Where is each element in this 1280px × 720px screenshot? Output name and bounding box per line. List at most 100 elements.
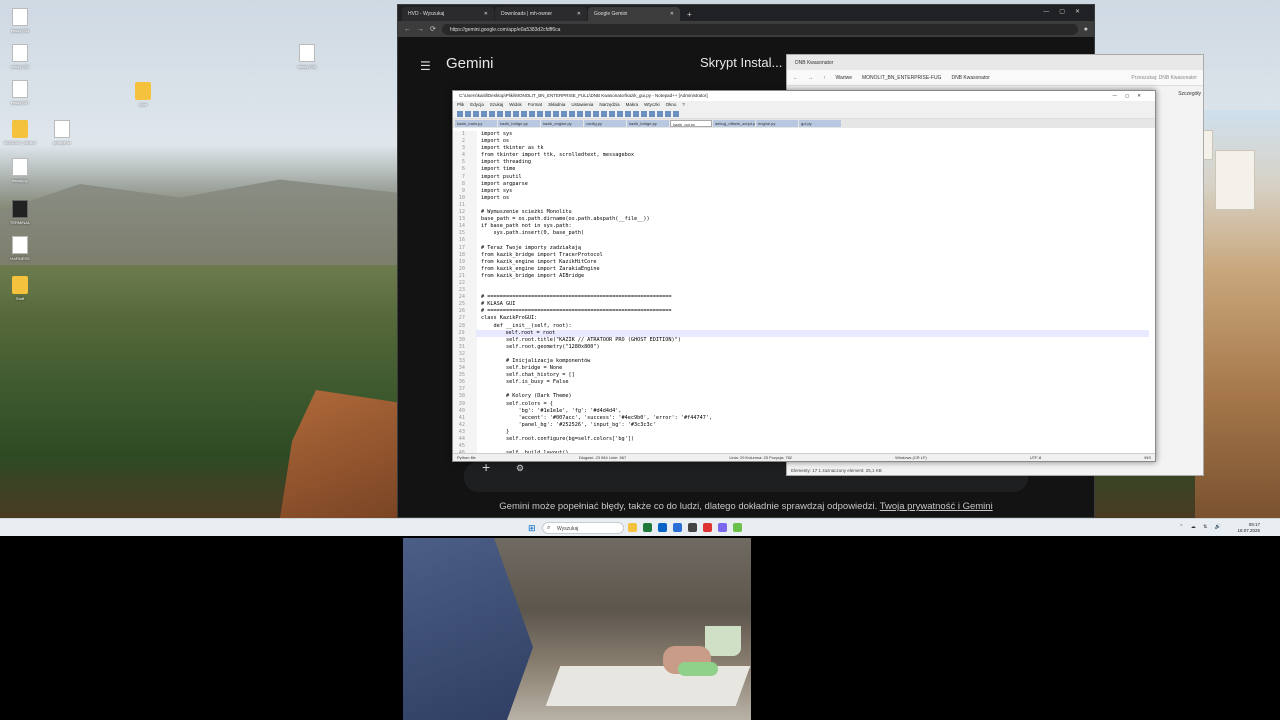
menu-item[interactable]: Składnia — [548, 102, 565, 108]
toolbar-button-icon[interactable] — [665, 111, 671, 117]
search-input[interactable]: Przeszukaj: DNB Kwasonator — [1131, 75, 1197, 81]
toolbar-button-icon[interactable] — [633, 111, 639, 117]
fold-margin[interactable] — [469, 187, 477, 195]
fold-margin[interactable] — [469, 258, 477, 266]
browser-tab[interactable]: Downloads | mh-owner ✕ — [495, 7, 587, 21]
fold-margin[interactable] — [469, 152, 477, 160]
toolbar-button-icon[interactable] — [601, 111, 607, 117]
explorer-tab[interactable]: DNB Kwasonator — [787, 55, 1203, 70]
chrome-icon[interactable] — [643, 523, 652, 532]
desktop-icon-file[interactable]: essay.py — [0, 158, 40, 183]
file-tab[interactable]: debug_offsets_script.py — [713, 120, 755, 127]
toolbar-button-icon[interactable] — [457, 111, 463, 117]
fold-margin[interactable] — [468, 329, 477, 337]
fold-margin[interactable] — [469, 443, 477, 451]
file-tab[interactable]: gui.py — [799, 120, 841, 127]
desktop-icon-folder[interactable]: Stuff — [123, 82, 163, 107]
toolbar-button-icon[interactable] — [505, 111, 511, 117]
file-tab[interactable]: kazik_engine.py — [541, 120, 583, 127]
browser-tab-active[interactable]: Google Gemini ✕ — [588, 7, 680, 21]
file-tab[interactable]: kazik_bridge.py — [627, 120, 669, 127]
privacy-link[interactable]: Twoja prywatność i Gemini — [880, 501, 993, 512]
clock[interactable]: 09:17 18.07.2025 — [1237, 522, 1260, 534]
fold-margin[interactable] — [469, 209, 477, 217]
fold-margin[interactable] — [469, 279, 477, 288]
toolbar-button-icon[interactable] — [513, 111, 519, 117]
toolbar-button-icon[interactable] — [641, 111, 647, 117]
toolbar-button-icon[interactable] — [529, 111, 535, 117]
fold-margin[interactable] — [469, 343, 477, 351]
fold-margin[interactable] — [469, 194, 477, 202]
menu-item[interactable]: Okno — [666, 102, 677, 108]
notepadpp-icon[interactable] — [733, 523, 742, 532]
browser-tab[interactable]: HVD - Wyszukaj ✕ — [402, 7, 494, 21]
desktop-icon-file[interactable]: essay 038 — [287, 44, 327, 69]
fold-margin[interactable] — [469, 166, 477, 174]
fold-margin[interactable] — [469, 201, 477, 210]
fold-margin[interactable] — [469, 272, 477, 280]
desktop-icon-folder[interactable]: MONOLIT_BUILD — [0, 120, 40, 145]
reload-icon[interactable]: ⟳ — [430, 25, 436, 33]
desktop-icon-file[interactable]: essay 035 — [0, 44, 40, 69]
toolbar-button-icon[interactable] — [473, 111, 479, 117]
toolbar-button-icon[interactable] — [561, 111, 567, 117]
fold-margin[interactable] — [469, 244, 477, 252]
fold-margin[interactable] — [469, 265, 477, 273]
fold-margin[interactable] — [469, 173, 477, 181]
fold-margin[interactable] — [469, 223, 477, 231]
toolbar-button-icon[interactable] — [465, 111, 471, 117]
toolbar-button-icon[interactable] — [489, 111, 495, 117]
toolbar-button-icon[interactable] — [593, 111, 599, 117]
fold-margin[interactable] — [469, 145, 477, 153]
toolbar-button-icon[interactable] — [545, 111, 551, 117]
menu-item[interactable]: Ustawienia — [571, 102, 593, 108]
file-tab[interactable]: config.py — [584, 120, 626, 127]
menu-item[interactable]: Wtyczki — [644, 102, 660, 108]
fold-margin[interactable] — [469, 322, 477, 330]
desktop-icon-file[interactable]: HARNESS — [0, 236, 40, 261]
gemini-logo[interactable]: Gemini — [446, 55, 494, 72]
toolbar-button-icon[interactable] — [673, 111, 679, 117]
details-button[interactable]: Szczegóły — [1178, 91, 1201, 97]
fold-margin[interactable] — [469, 308, 477, 316]
terminal-icon[interactable] — [688, 523, 697, 532]
fold-margin[interactable] — [469, 287, 477, 295]
fold-margin[interactable] — [469, 365, 477, 373]
address-bar[interactable]: https://gemini.google.com/app/e0a5383d2c… — [441, 23, 1078, 35]
fold-margin[interactable] — [469, 421, 477, 429]
toolbar-button-icon[interactable] — [585, 111, 591, 117]
forward-icon[interactable]: → — [417, 26, 424, 33]
toolbar-button-icon[interactable] — [657, 111, 663, 117]
file-tab[interactable]: kazik_main.py — [455, 120, 497, 127]
fold-margin[interactable] — [469, 230, 477, 238]
close-icon[interactable]: ✕ — [577, 11, 581, 17]
fold-margin[interactable] — [469, 379, 477, 387]
breadcrumb-item[interactable]: DNB Kwasonator — [951, 75, 989, 81]
chat-title[interactable]: Skrypt Instal... — [700, 55, 782, 70]
fold-margin[interactable] — [469, 138, 477, 146]
menu-item[interactable]: Format — [528, 102, 542, 108]
back-icon[interactable]: ← — [404, 26, 411, 33]
fold-margin[interactable] — [469, 350, 477, 358]
fold-margin[interactable] — [469, 386, 477, 394]
toolbar-button-icon[interactable] — [625, 111, 631, 117]
file-tab[interactable]: kazik_bridge.py — [498, 120, 540, 127]
breadcrumb-item[interactable]: Wariwe — [836, 75, 852, 81]
toolbar-button-icon[interactable] — [553, 111, 559, 117]
breadcrumb-item[interactable]: MONOLIT_BN_ENTERPRISE-FUG — [862, 75, 941, 81]
fold-margin[interactable] — [469, 251, 477, 259]
window-controls[interactable]: —▢✕ — [1112, 93, 1149, 99]
fold-margin[interactable] — [469, 414, 477, 422]
fold-margin[interactable] — [469, 216, 477, 224]
menu-item[interactable]: Makra — [626, 102, 639, 108]
fold-margin[interactable] — [469, 393, 477, 401]
menu-item[interactable]: ? — [682, 102, 685, 108]
tools-icon[interactable]: ⚙ — [516, 463, 524, 474]
taskbar-search[interactable]: ⌕ Wyszukaj — [542, 522, 624, 534]
profile-icon[interactable]: ● — [1084, 26, 1088, 33]
app-icon[interactable] — [703, 523, 712, 532]
forward-icon[interactable]: → — [808, 75, 813, 81]
fold-margin[interactable] — [469, 336, 477, 344]
toolbar-button-icon[interactable] — [617, 111, 623, 117]
fold-margin[interactable] — [469, 407, 477, 415]
